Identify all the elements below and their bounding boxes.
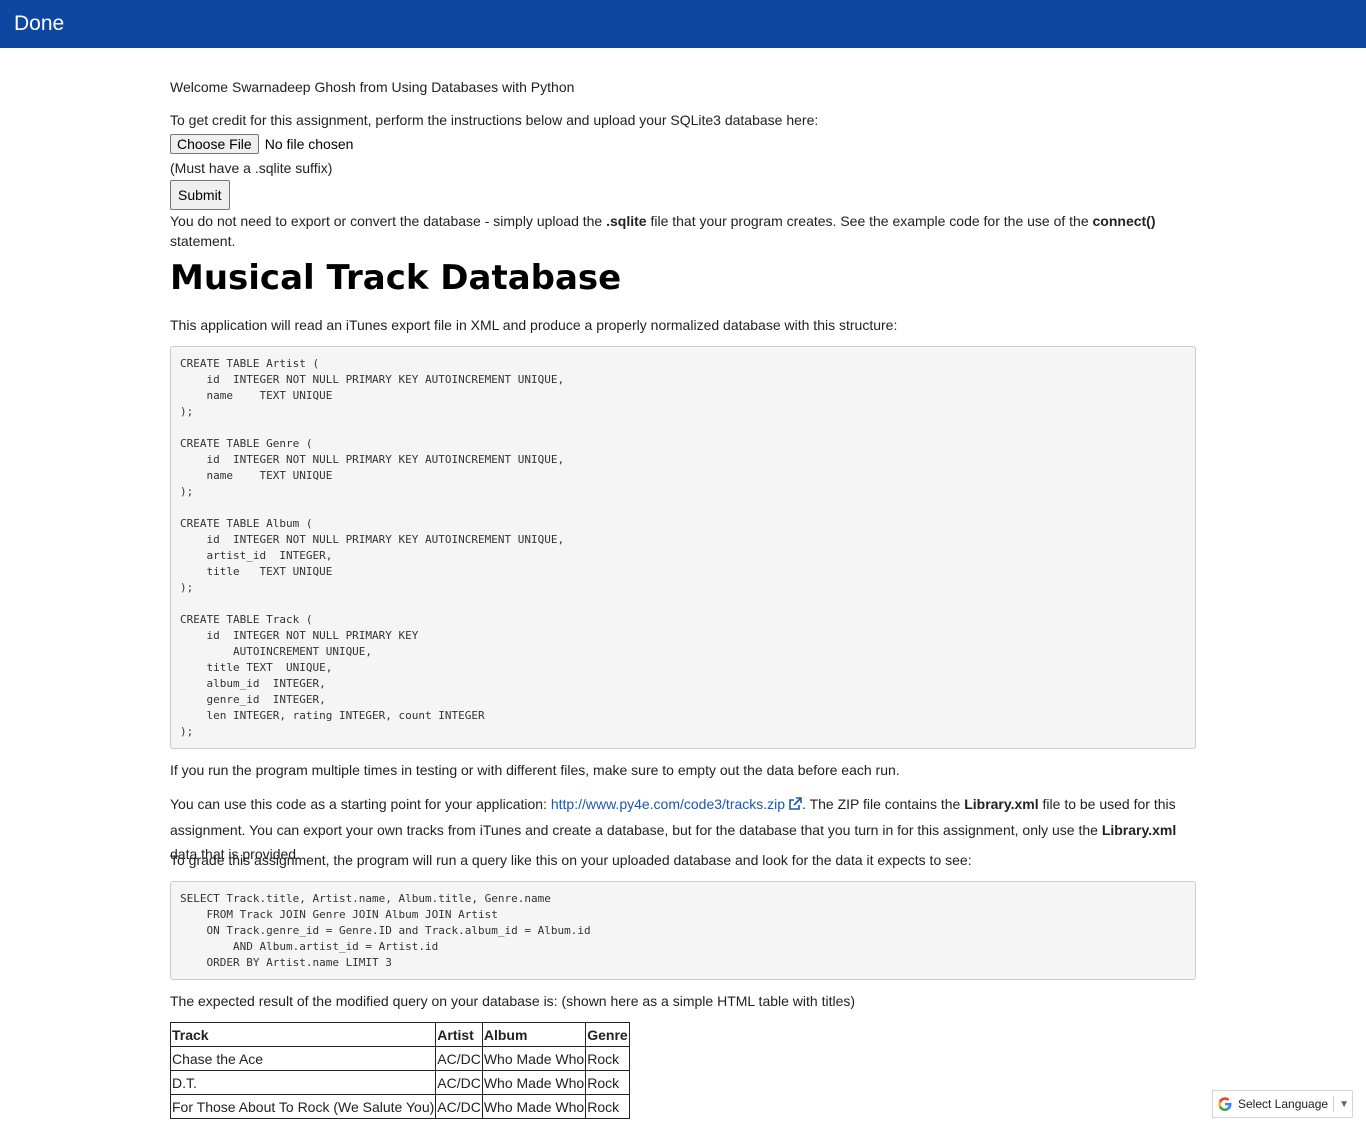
library-xml-bold: Library.xml xyxy=(1101,822,1177,838)
upload-note-text: You do not need to export or convert the… xyxy=(170,213,607,229)
table-cell: Who Made Who xyxy=(481,1094,587,1119)
page-title: Musical Track Database xyxy=(170,258,622,298)
table-cell: AC/DC xyxy=(435,1070,483,1095)
upload-note-text: file that your program creates. See the … xyxy=(646,213,1093,229)
table-row: D.T. AC/DC Who Made Who Rock xyxy=(169,1070,630,1095)
select-language-label: Select Language xyxy=(1238,1097,1329,1111)
divider xyxy=(1333,1096,1335,1112)
sqlite-bold: .sqlite xyxy=(606,213,647,229)
top-bar: Done xyxy=(0,0,1366,48)
suffix-note: (Must have a .sqlite suffix) xyxy=(170,160,333,176)
table-cell: AC/DC xyxy=(435,1046,483,1071)
file-status: No file chosen xyxy=(264,136,354,152)
submit-button[interactable]: Submit xyxy=(170,180,230,210)
table-header-row: Track Artist Album Genre xyxy=(169,1022,630,1047)
table-cell: Who Made Who xyxy=(481,1046,587,1071)
schema-code-block: CREATE TABLE Artist ( id INTEGER NOT NUL… xyxy=(170,346,1196,749)
table-header: Track xyxy=(169,1022,437,1047)
expected-result-note: The expected result of the modified quer… xyxy=(170,993,856,1009)
table-cell: Rock xyxy=(585,1046,630,1071)
google-g-icon xyxy=(1217,1096,1233,1112)
code-note-text: You can use this code as a starting poin… xyxy=(170,796,551,812)
table-cell: Rock xyxy=(585,1094,630,1119)
intro-text: This application will read an iTunes exp… xyxy=(170,317,898,333)
table-cell: D.T. xyxy=(169,1070,437,1095)
external-link-icon[interactable] xyxy=(788,794,802,818)
grade-note: To grade this assignment, the program wi… xyxy=(170,852,972,868)
library-xml-bold: Library.xml xyxy=(964,796,1039,812)
welcome-text: Welcome Swarnadeep Ghosh from Using Data… xyxy=(170,79,575,95)
upload-instructions: To get credit for this assignment, perfo… xyxy=(170,112,819,128)
tracks-zip-link[interactable]: http://www.py4e.com/code3/tracks.zip xyxy=(551,796,785,812)
query-code-block: SELECT Track.title, Artist.name, Album.t… xyxy=(170,881,1196,980)
table-cell: For Those About To Rock (We Salute You) xyxy=(169,1094,437,1119)
file-input: Choose File No file chosen xyxy=(170,134,353,154)
table-cell: AC/DC xyxy=(435,1094,483,1119)
upload-note: You do not need to export or convert the… xyxy=(170,211,1196,251)
table-cell: Who Made Who xyxy=(481,1070,587,1095)
done-button[interactable]: Done xyxy=(14,10,64,38)
dropdown-arrow-icon: ▼ xyxy=(1339,1098,1349,1110)
result-table: Track Artist Album Genre Chase the Ace A… xyxy=(169,1022,630,1119)
table-header: Genre xyxy=(585,1022,630,1047)
choose-file-button[interactable]: Choose File xyxy=(170,134,259,154)
table-row: Chase the Ace AC/DC Who Made Who Rock xyxy=(169,1046,630,1071)
table-row: For Those About To Rock (We Salute You) … xyxy=(169,1094,630,1119)
table-cell: Chase the Ace xyxy=(169,1046,437,1071)
connect-bold: connect() xyxy=(1092,213,1156,229)
table-header: Artist xyxy=(435,1022,483,1047)
empty-data-note: If you run the program multiple times in… xyxy=(170,762,900,778)
table-cell: Rock xyxy=(585,1070,630,1095)
upload-note-text: statement. xyxy=(170,233,236,249)
code-note-text: . The ZIP file contains the xyxy=(802,796,965,812)
table-header: Album xyxy=(481,1022,587,1047)
select-language-widget[interactable]: Select Language ▼ xyxy=(1212,1090,1353,1118)
